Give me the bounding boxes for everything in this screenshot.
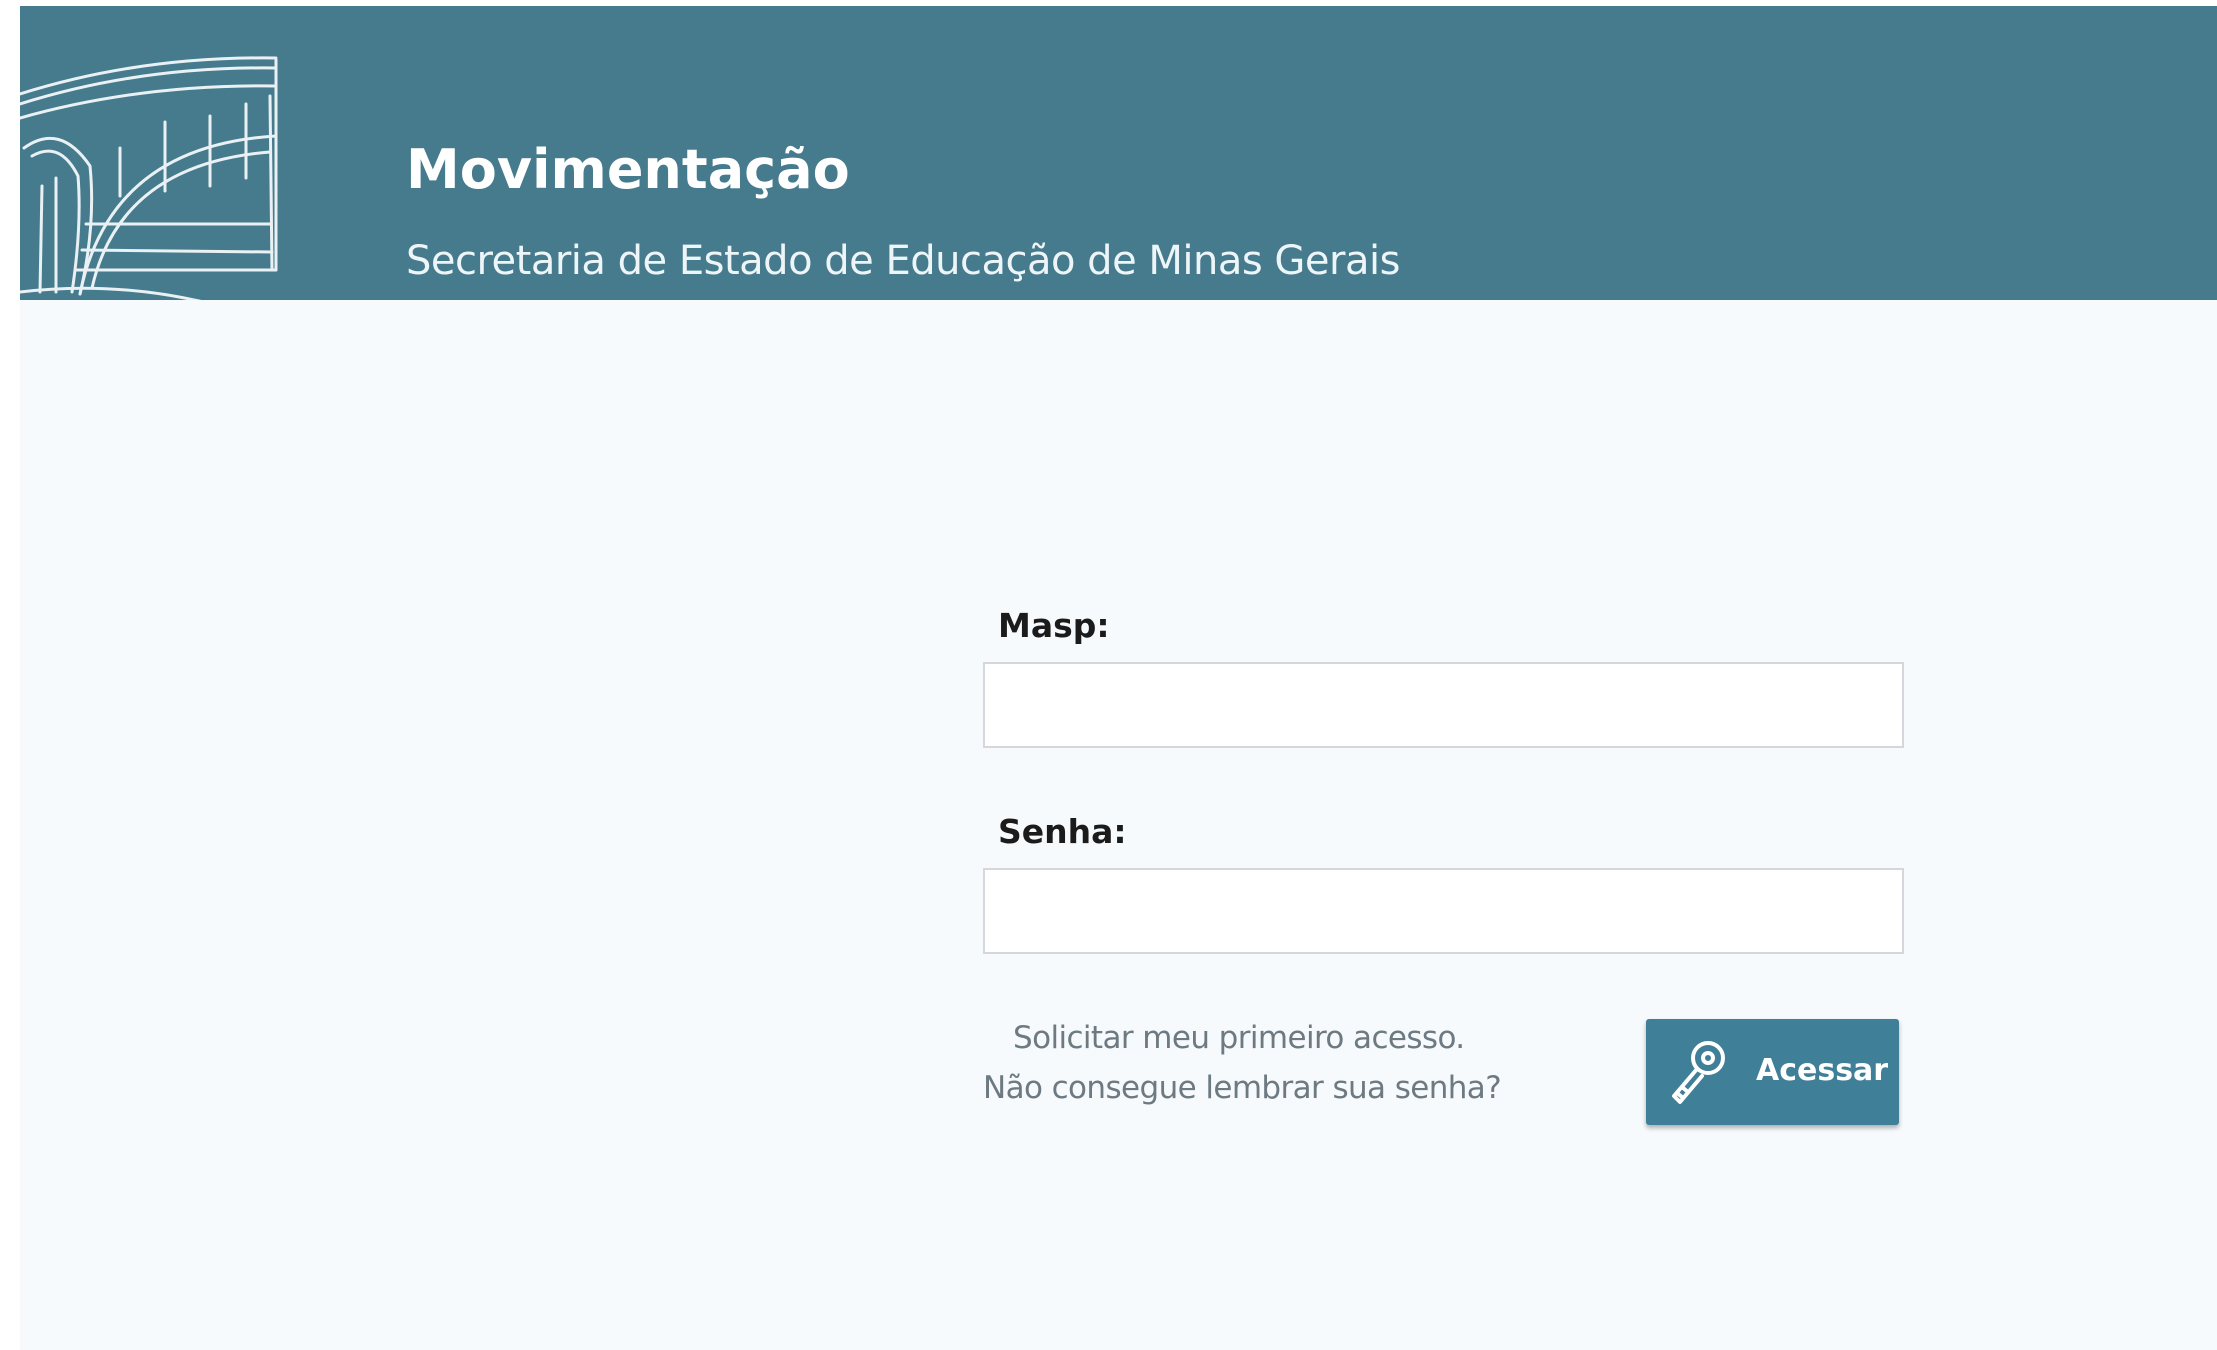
senha-input[interactable] [983,868,1904,954]
content-area: Movimentação Secretaria de Estado de Edu… [20,6,2217,1350]
header-banner: Movimentação Secretaria de Estado de Edu… [20,6,2217,300]
building-arch-sketch-icon [20,56,278,300]
masp-label: Masp: [998,606,1110,645]
key-icon [1672,1041,1725,1104]
app-subtitle: Secretaria de Estado de Educação de Mina… [406,238,1400,284]
page: Movimentação Secretaria de Estado de Edu… [0,0,2217,1350]
masp-input[interactable] [983,662,1904,748]
acessar-label: Acessar [1756,1053,1889,1088]
forgot-password-link[interactable]: Não consegue lembrar sua senha? [983,1070,1502,1106]
senha-label: Senha: [998,812,1127,851]
first-access-link[interactable]: Solicitar meu primeiro acesso. [1013,1020,1465,1056]
app-title: Movimentação [406,138,850,201]
acessar-button[interactable]: Acessar [1646,1019,1899,1125]
